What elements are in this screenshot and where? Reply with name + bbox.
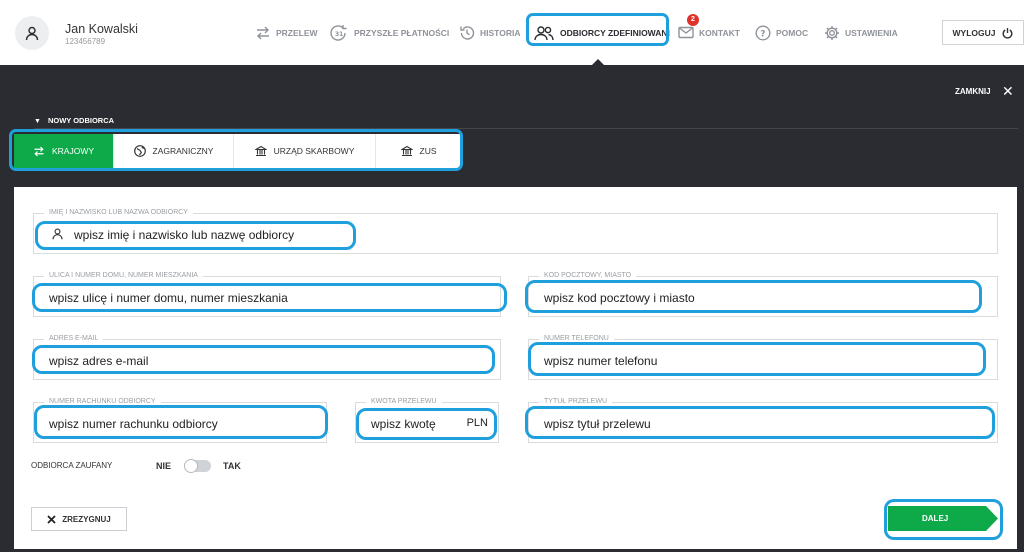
arrows-exchange-icon xyxy=(34,146,44,156)
bank-icon xyxy=(400,145,413,157)
cancel-button[interactable]: ZREZYGNUJ xyxy=(31,507,127,531)
nav-kontakt-label: KONTAKT xyxy=(699,27,740,38)
user-name: Jan Kowalski xyxy=(65,22,138,36)
nav-ustawienia-label: USTAWIENIA xyxy=(845,27,898,38)
user-id: 123456789 xyxy=(65,37,106,46)
email-field[interactable]: ADRES E-MAIL wpisz adres e-mail xyxy=(33,335,501,380)
tab-urzad-skarbowy[interactable]: URZĄD SKARBOWY xyxy=(234,134,376,168)
trusted-on-label: TAK xyxy=(223,461,241,471)
section-divider xyxy=(34,128,1018,129)
user-icon xyxy=(25,26,39,41)
nav-przyszle-platnosci[interactable]: 31 PRZYSZŁE PŁATNOŚCI xyxy=(329,0,449,65)
close-label[interactable]: ZAMKNIJ xyxy=(955,87,991,96)
history-icon xyxy=(460,25,475,40)
nav-kontakt[interactable]: KONTAKT xyxy=(678,0,740,65)
currency-label: PLN xyxy=(466,417,488,429)
envelope-icon xyxy=(678,26,694,39)
power-icon xyxy=(1003,27,1013,39)
close-icon xyxy=(47,514,56,524)
globe-icon xyxy=(133,145,146,157)
section-title[interactable]: ▼ NOWY ODBIORCA xyxy=(34,116,114,125)
recipient-form: IMIĘ I NAZWISKO LUB NAZWA ODBIORCY wpisz… xyxy=(14,187,1017,549)
account-field[interactable]: NUMER RACHUNKU ODBIORCY wpisz numer rach… xyxy=(33,398,327,443)
gear-icon xyxy=(825,25,839,40)
tab-zagraniczny[interactable]: ZAGRANICZNY xyxy=(114,134,234,168)
cancel-button-label: ZREZYGNUJ xyxy=(62,514,111,524)
recipient-name-label: IMIĘ I NAZWISKO LUB NAZWA ODBIORCY xyxy=(44,209,193,216)
logout-button[interactable]: WYLOGUJ xyxy=(942,20,1024,45)
user-icon xyxy=(52,228,63,240)
recipient-type-tabs: KRAJOWY ZAGRANICZNY URZĄD SKARBOWY ZUS xyxy=(14,134,461,168)
toggle-knob xyxy=(184,459,198,473)
next-button[interactable]: DALEJ xyxy=(888,506,998,531)
recipient-name-field[interactable]: IMIĘ I NAZWISKO LUB NAZWA ODBIORCY wpisz… xyxy=(33,209,998,254)
next-button-label: DALEJ xyxy=(922,514,949,523)
street-input[interactable]: wpisz ulicę i numer domu, numer mieszkan… xyxy=(49,291,288,305)
account-input[interactable]: wpisz numer rachunku odbiorcy xyxy=(49,417,218,431)
phone-label: NUMER TELEFONU xyxy=(539,335,614,342)
nav-przyszle-label: PRZYSZŁE PŁATNOŚCI xyxy=(354,27,450,38)
transfer-title-input[interactable]: wpisz tytuł przelewu xyxy=(544,417,651,431)
amount-input[interactable]: wpisz kwotę xyxy=(371,417,436,431)
help-icon: ? xyxy=(755,24,771,41)
postal-field[interactable]: KOD POCZTOWY, MIASTO wpisz kod pocztowy … xyxy=(528,272,998,317)
phone-input[interactable]: wpisz numer telefonu xyxy=(544,354,657,368)
users-icon xyxy=(534,25,554,40)
phone-field[interactable]: NUMER TELEFONU wpisz numer telefonu xyxy=(528,335,998,380)
tab-zus[interactable]: ZUS xyxy=(376,134,461,168)
nav-odbiorcy-zdefiniowani[interactable]: ODBIORCY ZDEFINIOWANI xyxy=(533,0,670,65)
nav-ustawienia[interactable]: USTAWIENIA xyxy=(824,0,898,65)
recipient-name-input[interactable]: wpisz imię i nazwisko lub nazwę odbiorcy xyxy=(74,228,294,242)
nav-odbiorcy-label: ODBIORCY ZDEFINIOWANI xyxy=(560,27,670,38)
street-label: ULICA I NUMER DOMU, NUMER MIESZKANIA xyxy=(44,272,203,279)
transfer-title-label: TYTUŁ PRZELEWU xyxy=(539,398,613,405)
arrows-exchange-icon xyxy=(257,26,269,39)
nav-przelew-label: PRZELEW xyxy=(276,27,318,38)
kontakt-notification-badge: 2 xyxy=(687,14,699,26)
nav-historia-label: HISTORIA xyxy=(480,27,521,38)
tab-krajowy[interactable]: KRAJOWY xyxy=(14,134,114,168)
account-label: NUMER RACHUNKU ODBIORCY xyxy=(44,398,161,405)
email-label: ADRES E-MAIL xyxy=(44,335,104,342)
svg-text:31: 31 xyxy=(335,31,343,38)
logout-label: WYLOGUJ xyxy=(952,27,996,38)
transfer-title-field[interactable]: TYTUŁ PRZELEWU wpisz tytuł przelewu xyxy=(528,398,998,443)
tab-krajowy-label: KRAJOWY xyxy=(51,146,95,156)
trusted-off-label: NIE xyxy=(156,461,172,471)
close-icon[interactable]: ✕ xyxy=(1002,83,1014,100)
tab-zagraniczny-label: ZAGRANICZNY xyxy=(152,146,214,156)
email-input[interactable]: wpisz adres e-mail xyxy=(49,354,148,368)
top-navigation-bar: Jan Kowalski 123456789 PRZELEW 31 PRZYSZ… xyxy=(0,0,1024,66)
section-title-label: NOWY ODBIORCA xyxy=(47,116,115,125)
tab-zus-label: ZUS xyxy=(419,146,437,156)
street-field[interactable]: ULICA I NUMER DOMU, NUMER MIESZKANIA wpi… xyxy=(33,272,501,317)
nav-przelew[interactable]: PRZELEW xyxy=(255,0,318,65)
caret-down-icon: ▼ xyxy=(34,118,41,125)
nav-historia[interactable]: HISTORIA xyxy=(459,0,520,65)
svg-text:?: ? xyxy=(760,29,765,39)
nav-pomoc-label: POMOC xyxy=(776,27,809,38)
calendar-clock-icon: 31 xyxy=(330,24,347,41)
trusted-recipient-toggle[interactable] xyxy=(184,459,211,473)
postal-label: KOD POCZTOWY, MIASTO xyxy=(539,272,637,279)
amount-field[interactable]: KWOTA PRZELEWU wpisz kwotę PLN xyxy=(355,398,499,443)
trusted-recipient-label: ODBIORCA ZAUFANY xyxy=(31,461,113,470)
nav-pomoc[interactable]: ? POMOC xyxy=(755,0,808,65)
user-avatar[interactable] xyxy=(15,16,49,50)
bank-icon xyxy=(254,145,267,157)
postal-input[interactable]: wpisz kod pocztowy i miasto xyxy=(544,291,695,305)
active-tab-pointer xyxy=(591,59,605,66)
tab-urzad-skarbowy-label: URZĄD SKARBOWY xyxy=(273,146,355,156)
amount-label: KWOTA PRZELEWU xyxy=(366,398,442,405)
